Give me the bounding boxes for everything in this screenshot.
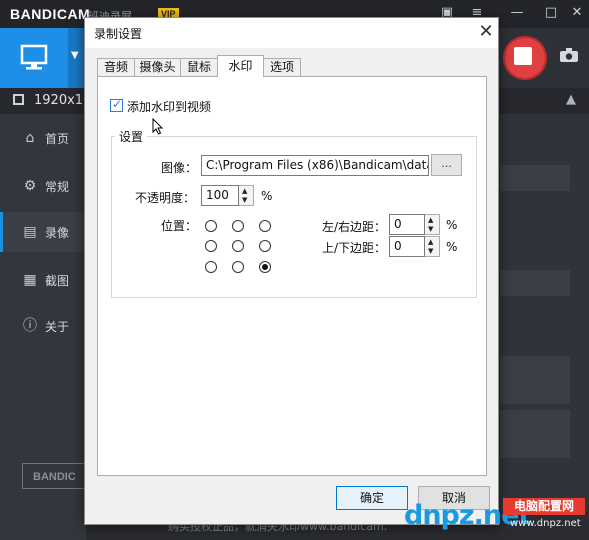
maximize-icon[interactable]: □ [540,3,562,23]
mode-dropdown-button[interactable]: ▼ [68,28,84,88]
v-margin-stepper[interactable]: ▲ ▼ [425,236,440,257]
opacity-unit: % [261,189,273,203]
spin-down-icon: ▼ [428,247,434,255]
image-icon: ▦ [23,272,37,288]
sidebar-item-home[interactable]: ⌂ 首页 [0,118,86,158]
position-label: 位置： [161,219,198,233]
camera-icon[interactable] [560,48,578,62]
sidebar-item-label: 关于 [45,320,70,334]
add-watermark-checkbox[interactable]: ✓ [110,97,123,112]
checkmark-icon: ✓ [112,97,123,111]
position-bottom-center-radio[interactable] [232,261,244,273]
stop-icon [514,47,532,65]
tab-audio[interactable]: 音频 [97,58,135,76]
tab-mouse[interactable]: 鼠标 [180,58,218,76]
app-logo: BANDICAM [10,6,91,22]
ok-button[interactable]: 确定 [336,486,408,510]
info-icon: ⓘ [23,318,37,334]
sidebar-item-label: 录像 [45,226,70,240]
position-top-center-radio[interactable] [232,220,244,232]
position-middle-left-radio[interactable] [205,240,217,252]
content-card [500,356,570,404]
opacity-stepper[interactable]: ▲ ▼ [239,185,254,206]
position-top-left-radio[interactable] [205,220,217,232]
screen-mode-button[interactable] [0,28,68,88]
settings-group-title: 设置 [115,128,148,145]
mouse-cursor-icon [152,118,164,135]
content-card [500,410,570,458]
spin-up-icon: ▲ [428,216,434,224]
dialog-titlebar: 录制设置 ✕ [85,18,498,48]
tab-options[interactable]: 选项 [263,58,301,76]
sidebar-item-label: 首页 [45,132,70,146]
spin-down-icon: ▼ [242,196,248,204]
position-bottom-right-radio[interactable] [259,261,271,273]
v-margin-label: 上/下边距： [322,241,387,255]
browse-button[interactable]: ... [431,154,462,176]
record-settings-dialog: 录制设置 ✕ 音频 摄像头 鼠标 水印 选项 ✓ 添加水印到视频 设置 图像： … [84,17,499,525]
v-margin-input[interactable]: 0 [389,236,425,257]
h-margin-label: 左/右边距： [322,220,387,234]
app-close-icon[interactable]: ✕ [566,3,588,23]
tab-watermark[interactable]: 水印 [217,55,264,77]
site-watermark-badge: 电脑配置网 [503,498,585,515]
sidebar-item-label: 常规 [45,180,70,194]
site-watermark-url: www.dnpz.net [510,518,581,529]
gear-icon: ⚙ [23,178,37,194]
add-watermark-label[interactable]: 添加水印到视频 [127,98,211,115]
image-path-field[interactable]: C:\Program Files (x86)\Bandicam\data\sam… [201,155,429,176]
select-area-icon [13,94,24,105]
content-card [500,165,570,191]
sidebar-item-about[interactable]: ⓘ 关于 [0,306,86,346]
chevron-down-icon: ▼ [71,50,79,61]
spin-down-icon: ▼ [428,225,434,233]
spin-up-icon: ▲ [242,187,248,195]
h-margin-input[interactable]: 0 [389,214,425,235]
position-middle-center-radio[interactable] [232,240,244,252]
dialog-title: 录制设置 [94,27,143,41]
minimize-icon[interactable]: — [506,3,528,23]
sidebar-item-video[interactable]: ▤ 录像 [0,212,89,252]
h-margin-stepper[interactable]: ▲ ▼ [425,214,440,235]
home-icon: ⌂ [25,130,35,146]
sidebar-item-general[interactable]: ⚙ 常规 [0,166,86,206]
position-top-right-radio[interactable] [259,220,271,232]
close-icon[interactable]: ✕ [474,20,498,44]
opacity-input[interactable]: 100 [201,185,239,206]
position-bottom-left-radio[interactable] [205,261,217,273]
spin-up-icon: ▲ [428,238,434,246]
chevron-up-icon[interactable]: ▲ [566,92,576,107]
tab-webcam[interactable]: 摄像头 [134,58,181,76]
footer-logo: BANDIC [22,463,86,489]
video-icon: ▤ [23,224,37,240]
v-margin-unit: % [446,240,458,254]
image-label: 图像： [161,161,198,175]
monitor-icon [20,44,48,70]
sidebar-item-label: 截图 [45,274,70,288]
h-margin-unit: % [446,218,458,232]
position-middle-right-radio[interactable] [259,240,271,252]
opacity-label: 不透明度： [135,191,196,205]
content-card [500,270,570,296]
sidebar-item-image[interactable]: ▦ 截图 [0,260,86,300]
